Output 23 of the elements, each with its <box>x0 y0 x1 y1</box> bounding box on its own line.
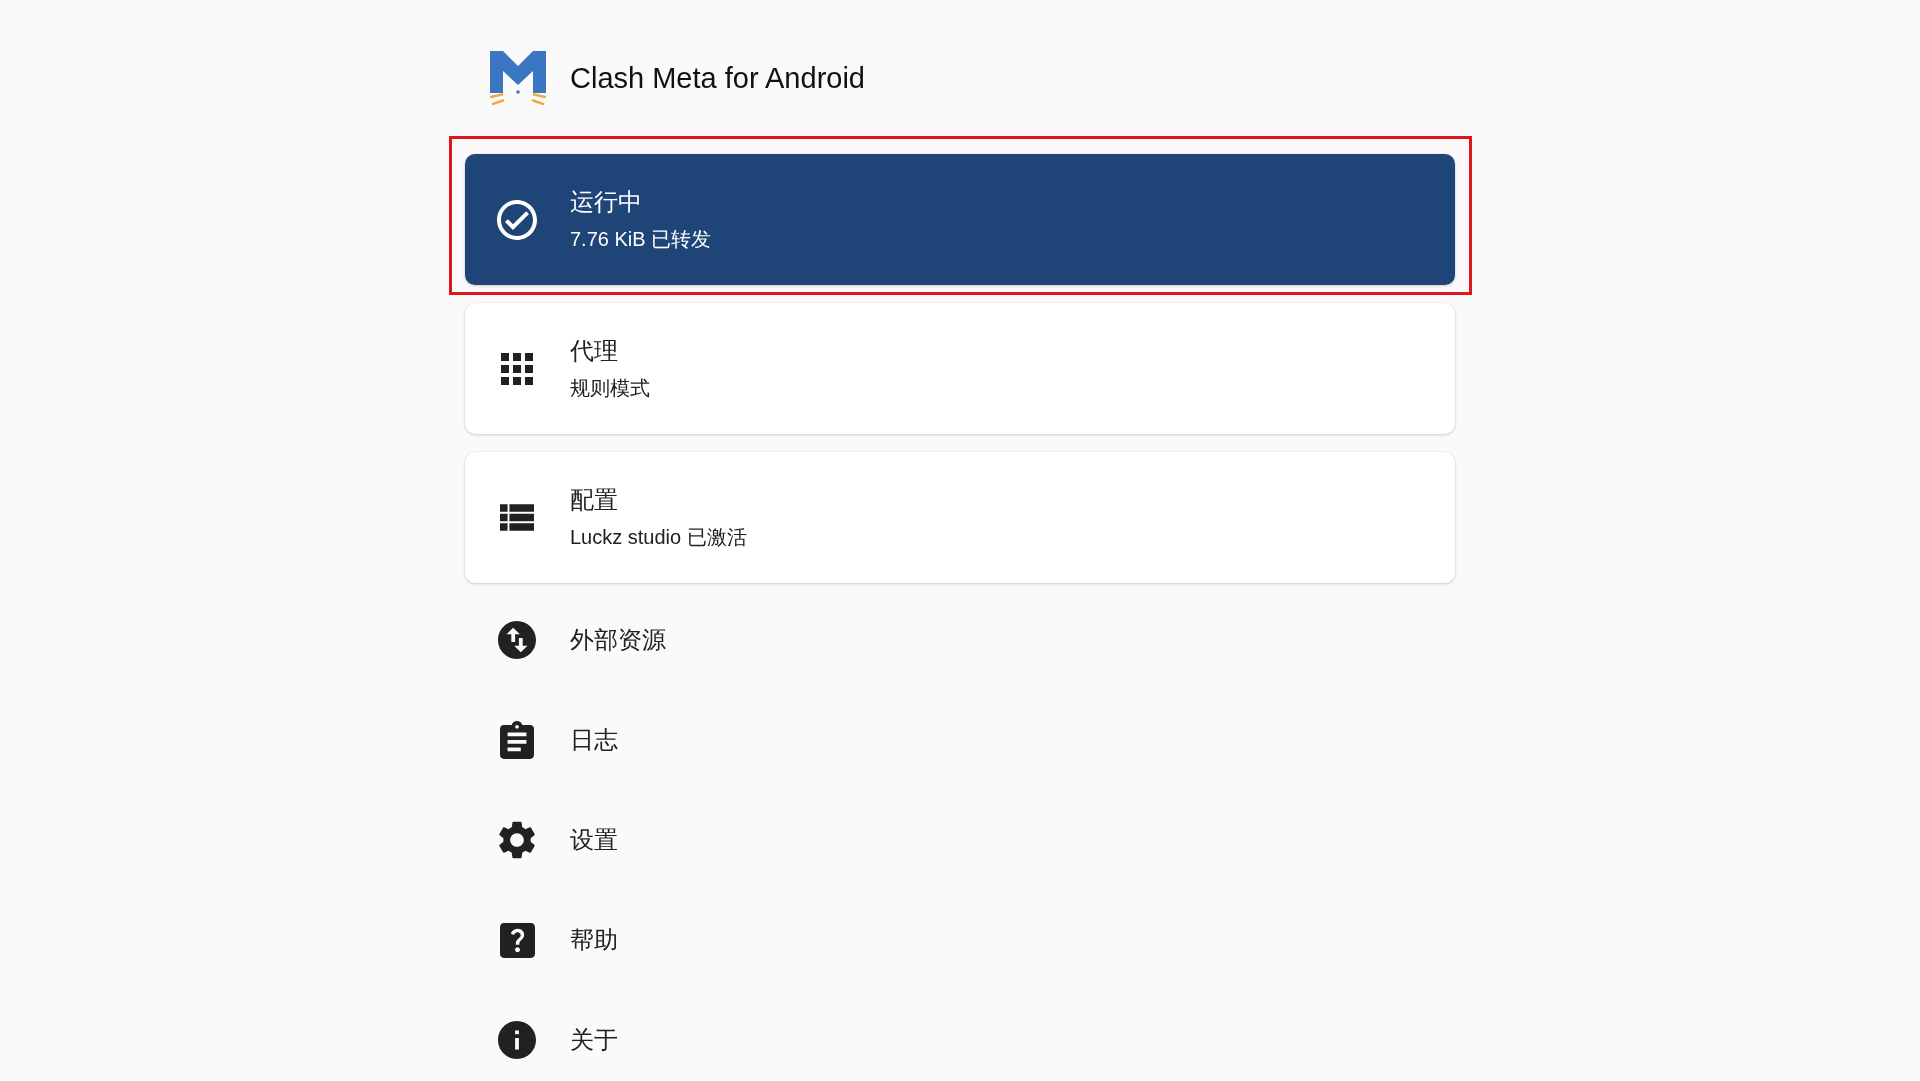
card-subtitle: Luckz studio 已激活 <box>570 525 747 550</box>
app-logo <box>490 51 546 105</box>
dashboard-card[interactable]: 运行中 7.76 KiB 已转发 <box>465 154 1455 285</box>
menu-item[interactable]: 设置 <box>465 800 1455 880</box>
menu-item[interactable]: 外部资源 <box>465 600 1455 680</box>
swap-arrows-icon <box>498 621 536 659</box>
question-icon <box>499 922 535 958</box>
dashboard-card[interactable]: 配置 Luckz studio 已激活 <box>465 452 1455 583</box>
grid-icon <box>501 352 533 385</box>
settings-icon <box>499 821 535 859</box>
card-subtitle: 规则模式 <box>570 376 650 401</box>
card-subtitle: 7.76 KiB 已转发 <box>570 227 712 252</box>
card-title: 运行中 <box>570 187 643 217</box>
clipboard-icon <box>500 721 534 759</box>
menu-item[interactable]: 帮助 <box>465 900 1455 980</box>
app-title: Clash Meta for Android <box>570 61 865 95</box>
info-icon <box>498 1021 536 1059</box>
dashboard-card[interactable]: 代理 规则模式 <box>465 303 1455 434</box>
menu-item[interactable]: 关于 <box>465 1000 1455 1080</box>
card-title: 代理 <box>570 336 619 366</box>
list-icon <box>500 504 534 531</box>
menu-item[interactable]: 日志 <box>465 700 1455 780</box>
card-title: 配置 <box>570 485 619 515</box>
